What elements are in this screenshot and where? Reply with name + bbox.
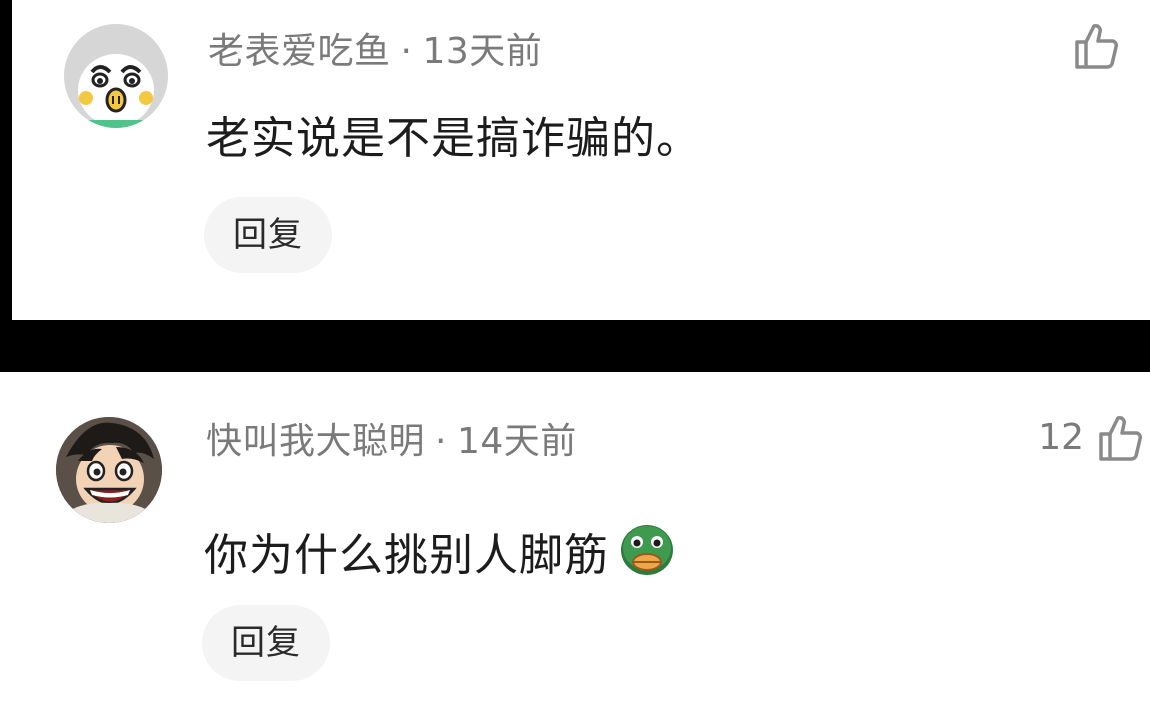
comment-card: 老表爱吃鱼 · 13天前 老实说是不是搞诈骗的。 回复 [12, 0, 1150, 320]
comment-card: 快叫我大聪明 · 14天前 12 你为什么挑别人脚筋 回复 [0, 372, 1150, 718]
meta-separator: · [400, 31, 413, 72]
username[interactable]: 老表爱吃鱼 [208, 31, 391, 72]
comment-meta: 老表爱吃鱼 · 13天前 [208, 30, 542, 74]
thumbs-up-icon [1075, 24, 1118, 69]
user-avatar[interactable] [64, 24, 168, 128]
comment-text-row: 你为什么挑别人脚筋 [204, 518, 677, 591]
reply-button[interactable]: 回复 [204, 197, 332, 273]
green-duck-emoji-icon [617, 518, 677, 591]
anime-boy-avatar-icon [56, 417, 162, 523]
reply-button[interactable]: 回复 [202, 605, 330, 681]
comment-meta: 快叫我大聪明 · 14天前 [206, 420, 577, 464]
comment-text: 你为什么挑别人脚筋 [204, 530, 609, 581]
user-avatar[interactable] [56, 417, 162, 523]
like-button[interactable]: 12 [1038, 414, 1144, 462]
thumbs-up-icon [1099, 416, 1142, 461]
like-count: 12 [1038, 417, 1084, 458]
meta-separator: · [435, 421, 447, 462]
comment-time: 14天前 [456, 421, 577, 462]
like-button[interactable] [1060, 22, 1120, 70]
comment-time: 13天前 [422, 31, 543, 72]
cartoon-duck-avatar-icon [64, 24, 168, 128]
comment-text: 老实说是不是搞诈骗的。 [206, 113, 701, 164]
username[interactable]: 快叫我大聪明 [206, 421, 425, 462]
